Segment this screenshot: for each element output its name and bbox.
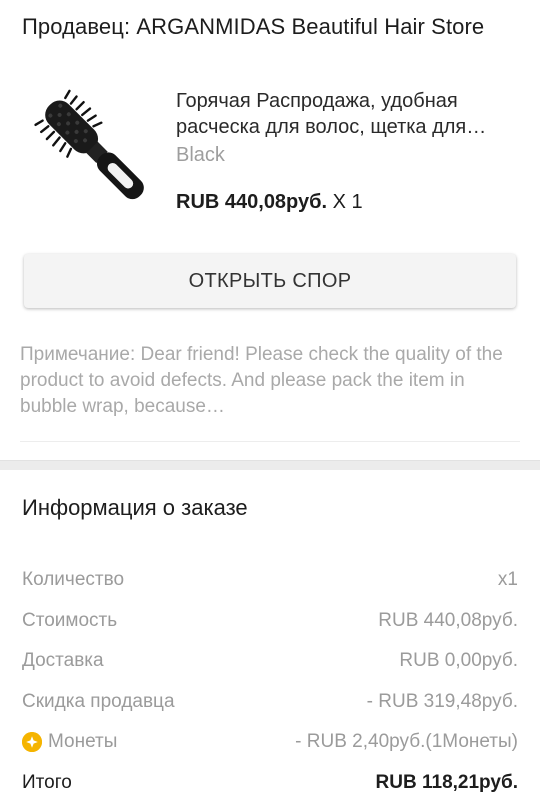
row-value: - RUB 319,48руб. <box>366 690 518 712</box>
order-info-title: Информация о заказе <box>22 495 248 520</box>
row-seller-discount: Скидка продавца - RUB 319,48руб. <box>22 682 518 723</box>
product-variant: Black <box>176 144 225 166</box>
section-divider <box>0 460 540 470</box>
row-cost: Стоимость RUB 440,08руб. <box>22 601 518 642</box>
row-value: x1 <box>497 569 518 591</box>
product-title[interactable]: Горячая Распродажа, удобная расческа для… <box>176 88 521 140</box>
total-value: RUB 118,21руб. <box>375 771 518 793</box>
row-label: Скидка продавца <box>22 690 175 712</box>
row-total: Итого RUB 118,21руб. <box>22 763 518 804</box>
row-value: RUB 0,00руб. <box>399 650 518 672</box>
order-note: Примечание: Dear friend! Please check th… <box>20 342 520 420</box>
product-price: RUB 440,08руб. <box>176 191 328 213</box>
product-item[interactable]: Горячая Распродажа, удобная расческа для… <box>0 78 540 228</box>
divider <box>20 441 520 442</box>
row-shipping: Доставка RUB 0,00руб. <box>22 641 518 682</box>
product-price-line: RUB 440,08руб. X 1 <box>176 191 363 214</box>
coins-label-group: Монеты <box>22 731 117 753</box>
product-quantity: X 1 <box>327 191 363 213</box>
row-label: Доставка <box>22 650 104 672</box>
row-label: Стоимость <box>22 609 118 631</box>
hairbrush-icon <box>24 86 156 216</box>
note-label: Примечание: <box>20 344 141 365</box>
row-label: Итого <box>22 771 72 793</box>
row-coins: Монеты - RUB 2,40руб.(1Монеты) <box>22 722 518 763</box>
open-dispute-button[interactable]: ОТКРЫТЬ СПОР <box>24 254 516 308</box>
row-label: Количество <box>22 569 125 591</box>
row-label: Монеты <box>48 731 118 753</box>
seller-name[interactable]: Продавец: ARGANMIDAS Beautiful Hair Stor… <box>22 14 484 40</box>
row-quantity: Количество x1 <box>22 560 518 601</box>
order-info-rows: Количество x1 Стоимость RUB 440,08руб. Д… <box>22 560 518 803</box>
row-value: - RUB 2,40руб.(1Монеты) <box>295 731 518 753</box>
row-value: RUB 440,08руб. <box>378 609 518 631</box>
coin-icon <box>22 732 42 753</box>
